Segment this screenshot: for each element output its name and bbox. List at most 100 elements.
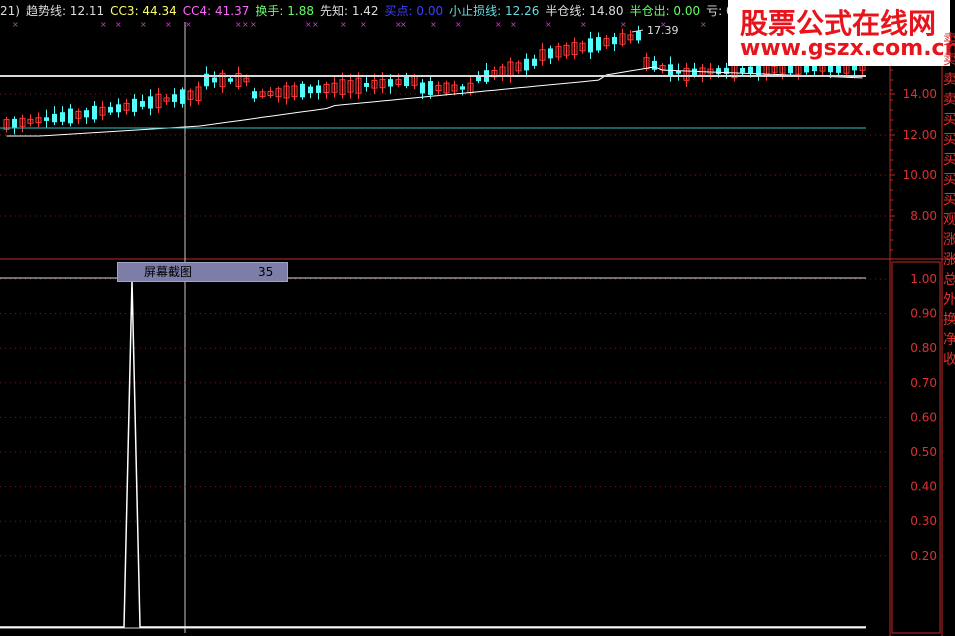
price-tick-label: 8.00 <box>910 209 937 223</box>
side-label-15: 净 <box>943 332 955 348</box>
indicator-spike-line <box>0 279 866 628</box>
signal-marker: × <box>100 20 107 29</box>
candle-body-down <box>228 78 233 82</box>
price-grid <box>0 93 888 217</box>
side-label-2: 卖 <box>943 72 955 88</box>
signal-marker: × <box>242 20 249 29</box>
signal-marker: × <box>312 20 319 29</box>
signal-marker: × <box>140 20 147 29</box>
candle-body-down <box>596 37 601 51</box>
signal-marker: × <box>620 20 627 29</box>
candle-body-down <box>428 81 433 95</box>
signal-marker: × <box>495 20 502 29</box>
signal-marker: × <box>360 20 367 29</box>
candle-body-down <box>524 58 529 71</box>
candle-body-down <box>388 79 393 87</box>
candle-body-down <box>84 110 89 118</box>
screenshot-tooltip: 屏幕截图 35 <box>117 262 288 282</box>
candle-body-down <box>460 86 465 90</box>
side-label-9: 观 <box>943 212 955 228</box>
candle-body-down <box>108 106 113 113</box>
indicator-tick-label: 0.80 <box>910 341 937 355</box>
price-tick-label: 12.00 <box>903 128 937 142</box>
candle-body-down <box>316 85 321 93</box>
indicator-axis: 1.00 0.90 0.80 0.70 0.60 0.50 0.40 0.30 0.20 <box>910 272 937 563</box>
signal-marker: × <box>235 20 242 29</box>
candle-body-down <box>116 104 121 113</box>
signal-marker: × <box>115 20 122 29</box>
tooltip-value: 35 <box>258 265 274 279</box>
side-label-7: 买 <box>943 172 955 188</box>
candle-body-down <box>12 118 17 128</box>
side-label-5: 买 <box>943 132 955 148</box>
signal-marker: × <box>340 20 347 29</box>
candle-body-down <box>52 113 57 123</box>
side-label-4: 买 <box>943 112 955 128</box>
candle-body-down <box>420 82 425 94</box>
indicator-tick-label: 0.70 <box>910 376 937 390</box>
indicator-tick-label: 0.60 <box>910 410 937 424</box>
side-label-12: 总 <box>943 272 955 288</box>
candle-body-down <box>68 108 73 124</box>
candle-body-down <box>300 83 305 98</box>
candle-body-down <box>588 38 593 53</box>
candle-body-down <box>44 117 49 121</box>
candle-body-down <box>740 67 745 73</box>
stock-chart-window: 21) 趋势线: 12.11 CC3: 44.34 CC4: 41.37 换手: 1.8… <box>0 0 955 636</box>
indicator-tick-label: 0.50 <box>910 445 937 459</box>
signal-marker: × <box>400 20 407 29</box>
side-panel-labels: 卖卖卖卖买买买买买观涨涨总外换净收 <box>943 30 955 370</box>
chart-canvas[interactable]: × × × × × × × × × × × × × ×× × × × × × × × × × 17.39 14.00 12.0… <box>0 0 955 636</box>
side-label-1: 卖 <box>943 52 955 68</box>
side-label-14: 换 <box>943 312 955 328</box>
candle-body-down <box>548 48 553 59</box>
signal-marker: × <box>250 20 257 29</box>
candle-body-down <box>364 82 369 87</box>
candle-body-down <box>652 60 657 70</box>
signal-marker: × <box>455 20 462 29</box>
candle-body-down <box>92 105 97 120</box>
side-label-16: 收 <box>943 352 955 368</box>
candle-body-down <box>60 112 65 122</box>
tooltip-title: 屏幕截图 <box>144 265 193 279</box>
signal-marker: × <box>185 20 192 29</box>
signal-marker: × <box>430 20 437 29</box>
high-price-label: 17.39 <box>647 24 679 37</box>
indicator-tick-label: 0.90 <box>910 307 937 321</box>
watermark-logo: 股票公式在线网 www.gszx.com.cn <box>728 0 955 66</box>
price-tick-label: 14.00 <box>903 87 937 101</box>
candle-body-down <box>252 91 257 99</box>
signal-marker: × <box>12 20 19 29</box>
signal-marker: × <box>510 20 517 29</box>
signal-marker: × <box>700 20 707 29</box>
candle-body-down <box>180 89 185 104</box>
candle-body-down <box>532 58 537 66</box>
candle-body-down <box>212 77 217 83</box>
side-label-13: 外 <box>943 292 955 308</box>
side-label-8: 买 <box>943 192 955 208</box>
candle-body-down <box>612 36 617 45</box>
candle-body-down <box>748 66 753 74</box>
indicator-tick-label: 0.40 <box>910 480 937 494</box>
candle-body-down <box>404 76 409 87</box>
candle-body-down <box>716 68 721 75</box>
signal-markers: × × × × × × × × × × × × × ×× × × × × × × × × × <box>12 20 707 29</box>
signal-marker: × <box>580 20 587 29</box>
side-label-10: 涨 <box>943 232 955 248</box>
side-label-0: 卖 <box>943 32 955 48</box>
price-tick-label: 10.00 <box>903 168 937 182</box>
signal-marker: × <box>545 20 552 29</box>
signal-marker: × <box>305 20 312 29</box>
side-label-3: 卖 <box>943 92 955 108</box>
candle-body-down <box>692 68 697 76</box>
candle-body-down <box>636 31 641 41</box>
side-label-6: 买 <box>943 152 955 168</box>
indicator-tick-label: 0.30 <box>910 514 937 528</box>
indicator-tick-label: 0.20 <box>910 549 937 563</box>
candle-body-down <box>308 86 313 94</box>
indicator-tick-label: 1.00 <box>910 272 937 286</box>
side-label-11: 涨 <box>943 252 955 268</box>
watermark-url: www.gszx.com.cn <box>740 36 955 61</box>
signal-marker: × <box>165 20 172 29</box>
candle-body-down <box>172 94 177 102</box>
